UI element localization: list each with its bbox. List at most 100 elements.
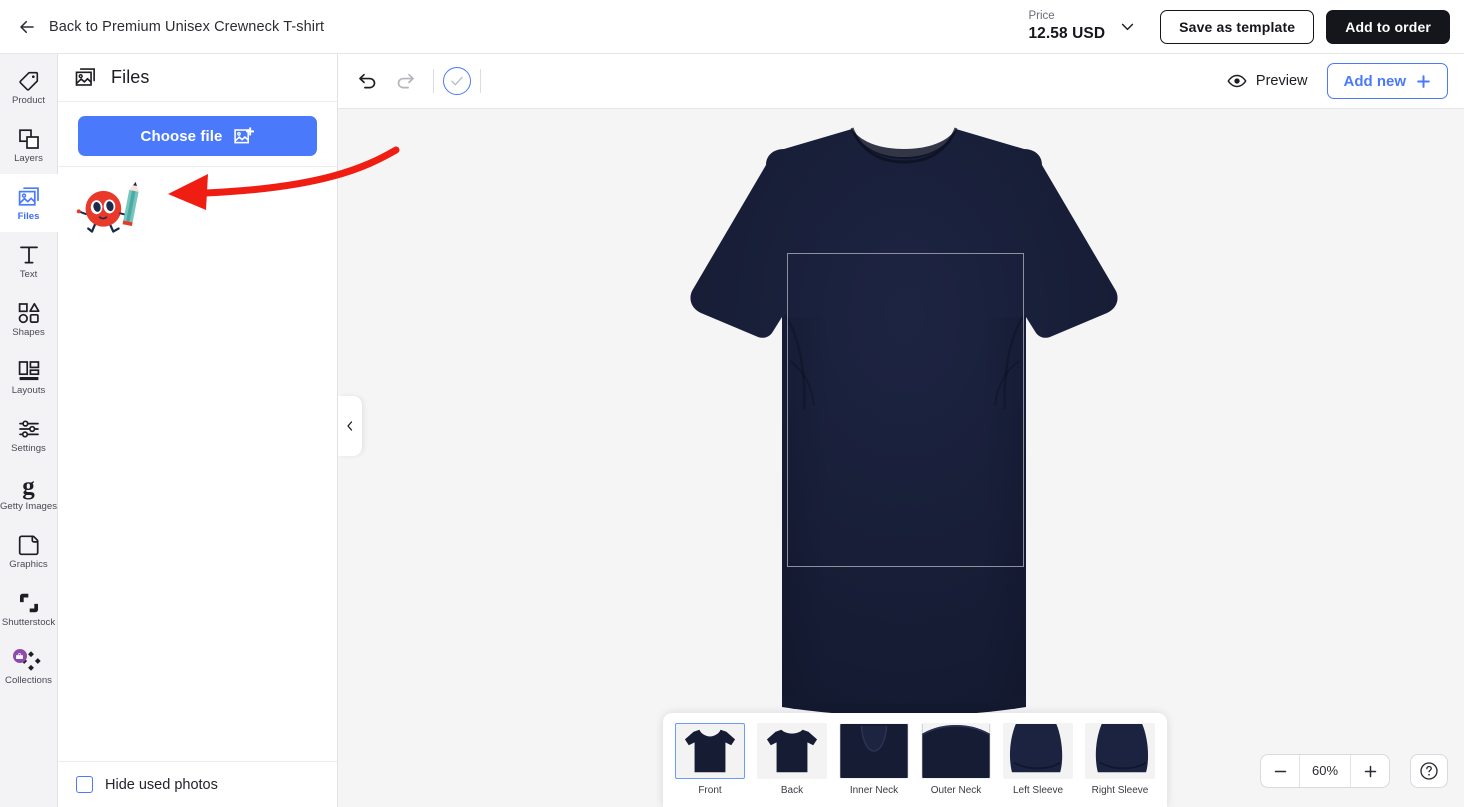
shutterstock-icon: [19, 594, 38, 613]
sidebar-item-getty-images[interactable]: g Getty Images: [0, 464, 58, 522]
back-button[interactable]: Back to Premium Unisex Crewneck T-shirt: [14, 12, 328, 42]
zoom-in-button[interactable]: [1351, 755, 1389, 787]
thumbnail-label: Right Sleeve: [1091, 785, 1149, 796]
sidebar-item-label: Layers: [14, 153, 43, 165]
sidebar-item-label: Collections: [5, 675, 52, 687]
thumbnail-image: [921, 723, 991, 779]
plus-icon: [1364, 765, 1376, 777]
image-stack-icon: [18, 187, 39, 206]
tag-icon: [18, 72, 38, 91]
left-sidebar: Product Layers Files Text Shapes Layouts…: [0, 54, 58, 807]
thumbnail-outer-neck[interactable]: Outer Neck: [921, 723, 991, 796]
toolbar-divider: [480, 69, 481, 93]
hide-used-photos-label[interactable]: Hide used photos: [105, 777, 218, 793]
minus-icon: [1274, 770, 1286, 772]
sidebar-item-shutterstock[interactable]: Shutterstock: [0, 580, 58, 638]
redo-button[interactable]: [386, 62, 424, 100]
check-circle-icon: [451, 76, 463, 86]
thumbnail-label: Left Sleeve: [1012, 785, 1064, 796]
panel-title: Files: [111, 67, 150, 87]
question-mark-icon: [1420, 762, 1438, 780]
thumbnail-label: Front: [698, 785, 722, 796]
toolbar-right-actions: Preview Add new: [1224, 63, 1448, 99]
sidebar-item-label: Shutterstock: [1, 617, 56, 629]
collections-icon: [12, 649, 44, 673]
sidebar-item-label: Layouts: [11, 385, 46, 397]
price-text: Price 12.58 USD: [1028, 9, 1105, 44]
shapes-icon: [18, 303, 40, 324]
price-dropdown[interactable]: Price 12.58 USD: [1020, 7, 1138, 46]
preview-label: Preview: [1255, 73, 1308, 89]
choose-file-button[interactable]: Choose file: [78, 116, 317, 156]
files-panel: Files Choose file Hide used photos: [58, 54, 338, 807]
zoom-controls: 60%: [1260, 754, 1390, 788]
thumbnail-image: [1003, 723, 1073, 779]
choose-file-label: Choose file: [140, 127, 223, 145]
thumbnail-image: [839, 723, 909, 779]
tshirt-right-sleeve-thumb-icon: [1095, 724, 1149, 773]
getty-g-icon: g: [22, 473, 35, 501]
sidebar-item-text[interactable]: Text: [0, 232, 58, 290]
bag-icon: [16, 652, 23, 659]
file-thumbnail[interactable]: [72, 175, 150, 241]
chevron-left-icon: [347, 421, 353, 431]
tshirt-back-thumb-icon: [766, 729, 818, 773]
thumbnail-label: Inner Neck: [849, 785, 899, 796]
sidebar-item-label: Text: [19, 269, 38, 281]
thumbnail-image: [757, 723, 827, 779]
sidebar-item-label: Shapes: [12, 327, 45, 339]
tshirt-mockup: [690, 127, 1118, 716]
sidebar-item-graphics[interactable]: Graphics: [0, 522, 58, 580]
collapse-panel-button[interactable]: [338, 396, 362, 456]
price-label: Price: [1028, 10, 1055, 23]
tshirt-inner-neck-thumb-icon: [840, 724, 908, 778]
zoom-out-button[interactable]: [1261, 755, 1299, 787]
add-new-button[interactable]: Add new: [1326, 63, 1448, 99]
layouts-icon: [18, 361, 39, 381]
back-button-label: Back to Premium Unisex Crewneck T-shirt: [49, 18, 325, 35]
files-panel-actions: Choose file: [58, 102, 337, 166]
thumbnail-right-sleeve[interactable]: Right Sleeve: [1085, 723, 1155, 796]
plus-icon: [1417, 74, 1430, 88]
chevron-down-icon: [1122, 23, 1134, 31]
files-panel-header: Files: [58, 54, 337, 102]
sidebar-item-layouts[interactable]: Layouts: [0, 348, 58, 406]
undo-button[interactable]: [348, 62, 386, 100]
design-canvas[interactable]: [338, 109, 1464, 807]
files-grid: [58, 166, 337, 761]
sidebar-item-layers[interactable]: Layers: [0, 116, 58, 174]
add-to-order-button[interactable]: Add to order: [1326, 9, 1450, 44]
text-t-icon: [19, 246, 38, 264]
thumbnail-left-sleeve[interactable]: Left Sleeve: [1003, 723, 1073, 796]
editor-toolbar: Preview Add new: [338, 54, 1464, 109]
tshirt-left-sleeve-thumb-icon: [1009, 724, 1063, 773]
save-as-template-button[interactable]: Save as template: [1160, 9, 1315, 44]
view-thumbnail-strip: Front Back Inner Neck Outer Neck Left Sl…: [663, 713, 1167, 807]
sidebar-item-settings[interactable]: Settings: [0, 406, 58, 464]
add-new-label: Add new: [1343, 72, 1407, 90]
sidebar-item-product[interactable]: Product: [0, 58, 58, 116]
help-button[interactable]: [1410, 754, 1448, 788]
hide-used-photos-checkbox[interactable]: [76, 776, 93, 793]
zoom-level-value[interactable]: 60%: [1299, 755, 1351, 787]
sidebar-item-shapes[interactable]: Shapes: [0, 290, 58, 348]
layers-icon: [18, 129, 39, 150]
preview-button[interactable]: Preview: [1224, 66, 1311, 96]
top-header: Back to Premium Unisex Crewneck T-shirt …: [0, 0, 1464, 54]
thumbnail-front[interactable]: Front: [675, 723, 745, 796]
collections-badge: [12, 649, 27, 664]
red-character-with-pencil-thumbnail: [76, 181, 139, 233]
thumbnail-label: Outer Neck: [930, 785, 982, 796]
thumbnail-back[interactable]: Back: [757, 723, 827, 796]
files-panel-footer: Hide used photos: [58, 761, 337, 807]
eye-icon: [1227, 74, 1247, 88]
thumbnail-inner-neck[interactable]: Inner Neck: [839, 723, 909, 796]
toolbar-divider: [433, 69, 434, 93]
image-add-icon: [234, 126, 255, 143]
sidebar-item-label: Getty Images: [0, 501, 58, 513]
redo-icon: [397, 73, 414, 88]
sidebar-item-files[interactable]: Files: [0, 174, 58, 232]
approve-design-button[interactable]: [443, 67, 471, 95]
tshirt-outer-neck-thumb-icon: [922, 724, 990, 778]
sidebar-item-collections[interactable]: Collections: [0, 638, 58, 696]
